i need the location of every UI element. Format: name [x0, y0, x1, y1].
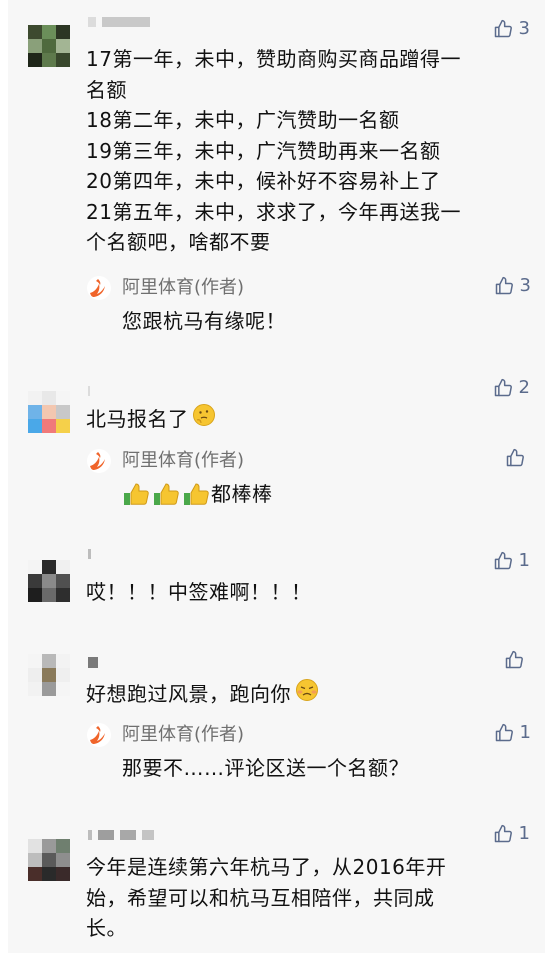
like-count: 2: [518, 377, 530, 398]
like-button[interactable]: 2: [493, 377, 530, 398]
thumbs-up-icon: [493, 551, 513, 571]
thumbs-up-icon: [493, 19, 513, 39]
thumbs-up-icon: [493, 378, 513, 398]
like-button[interactable]: 1: [493, 823, 530, 844]
like-button[interactable]: [505, 448, 531, 468]
avatar[interactable]: [28, 560, 70, 602]
username-redacted[interactable]: [88, 548, 91, 560]
comment-list: 3 17第一年，未中，赞助商购买商品蹭得一 名额 18第二年，未中，广汽赞助一名…: [8, 0, 545, 953]
avatar[interactable]: [28, 839, 70, 881]
like-count: 1: [518, 550, 530, 571]
author-reply: 阿里体育(作者) 都棒棒: [86, 448, 531, 510]
username-redacted[interactable]: [88, 656, 98, 668]
thumbs-up-icon: [493, 824, 513, 844]
avatar[interactable]: [28, 654, 70, 696]
reply-author[interactable]: 阿里体育(作者): [122, 448, 244, 474]
thinking-face-icon: [192, 403, 216, 436]
username-redacted[interactable]: [88, 385, 90, 397]
reply-text: 都棒棒: [122, 479, 273, 509]
like-button[interactable]: 3: [493, 18, 530, 39]
like-button[interactable]: 1: [493, 550, 530, 571]
thumbs-up-icon: [504, 650, 524, 670]
username-redacted[interactable]: [88, 16, 150, 28]
thumbs-up-icon: [494, 276, 514, 296]
like-button[interactable]: [504, 650, 530, 670]
alisports-logo-icon: [86, 448, 112, 474]
author-reply: 阿里体育(作者) 1 那要不……评论区送一个名额？: [86, 722, 531, 784]
comment-text: 17第一年，未中，赞助商购买商品蹭得一 名额 18第二年，未中，广汽赞助一名额 …: [86, 47, 461, 254]
reply-author[interactable]: 阿里体育(作者): [122, 722, 244, 748]
reply-text: 那要不……评论区送一个名额？: [122, 756, 409, 780]
author-reply: 阿里体育(作者) 3 您跟杭马有缘呢！: [86, 275, 531, 337]
thumbs-up-emoji-icon: [122, 481, 210, 507]
reply-text: 您跟杭马有缘呢！: [122, 309, 286, 333]
alisports-logo-icon: [86, 722, 112, 748]
comment-text: 好想跑过风景，跑向你: [86, 678, 526, 711]
comment-text: 北马报名了: [86, 403, 526, 436]
alisports-logo-icon: [86, 275, 112, 301]
thumbs-up-icon: [505, 448, 525, 468]
like-count: 1: [519, 722, 531, 743]
like-count: 1: [518, 823, 530, 844]
like-button[interactable]: 3: [494, 275, 531, 296]
thumbs-up-icon: [494, 723, 514, 743]
username-redacted[interactable]: [88, 829, 154, 841]
comment-text: 哎！！！中签难啊！！！: [86, 580, 312, 604]
like-count: 3: [518, 18, 530, 39]
comment-text: 今年是连续第六年杭马了，从2016年开 始，希望可以和杭马互相陪伴，共同成 长。: [86, 855, 447, 940]
avatar[interactable]: [28, 25, 70, 67]
avatar[interactable]: [28, 391, 70, 433]
like-button[interactable]: 1: [494, 722, 531, 743]
reply-author[interactable]: 阿里体育(作者): [122, 275, 244, 301]
like-count: 3: [519, 275, 531, 296]
worried-face-icon: [294, 678, 320, 711]
